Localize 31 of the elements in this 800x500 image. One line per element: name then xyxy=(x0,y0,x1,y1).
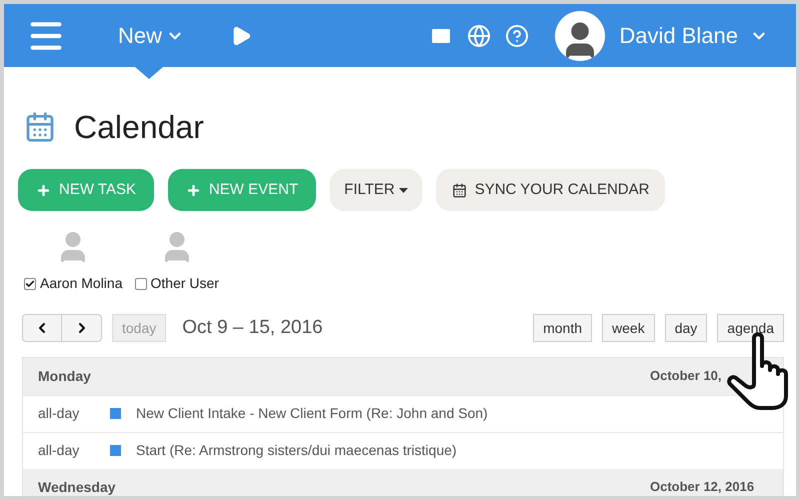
view-tab[interactable]: week xyxy=(602,314,655,342)
globe-icon[interactable] xyxy=(467,24,492,48)
filter-button[interactable]: FILTER xyxy=(330,169,422,211)
user-name: Aaron Molina xyxy=(40,274,122,293)
checkbox[interactable] xyxy=(134,278,146,290)
day-date: October 12, 2016 xyxy=(650,478,756,496)
next-button[interactable] xyxy=(62,314,102,342)
help-icon[interactable] xyxy=(505,24,530,48)
day-date: October 10, xyxy=(650,367,723,386)
date-range: Oct 9 – 15, 2016 xyxy=(182,316,323,340)
checkbox[interactable] xyxy=(24,278,36,290)
view-tab[interactable]: month xyxy=(533,314,592,342)
calendar-icon xyxy=(452,182,467,198)
user-checkbox[interactable]: Aaron Molina xyxy=(24,273,122,294)
plus-icon xyxy=(186,182,201,198)
event-title: Start (Re: Armstrong sisters/dui maecenas tristique) xyxy=(136,441,457,460)
view-tab[interactable]: agenda xyxy=(717,314,784,342)
event-time: all-day xyxy=(38,441,80,460)
user-name: Other User xyxy=(150,274,219,293)
calendar-icon xyxy=(24,111,56,143)
view-tab[interactable]: day xyxy=(664,314,708,342)
caret-icon xyxy=(398,188,408,192)
event-time: all-day xyxy=(38,404,80,423)
sync-button[interactable]: SYNC YOUR CALENDAR xyxy=(436,169,666,211)
day-name: Wednesday xyxy=(38,478,116,496)
user-checkbox[interactable]: Other User xyxy=(134,273,219,294)
page-title: Calendar xyxy=(74,108,204,147)
previous-button[interactable] xyxy=(22,314,62,342)
event-title: New Client Intake - New Client Form (Re: John and Son) xyxy=(136,404,488,423)
plus-icon xyxy=(36,182,51,198)
day-name: Monday xyxy=(38,366,91,386)
